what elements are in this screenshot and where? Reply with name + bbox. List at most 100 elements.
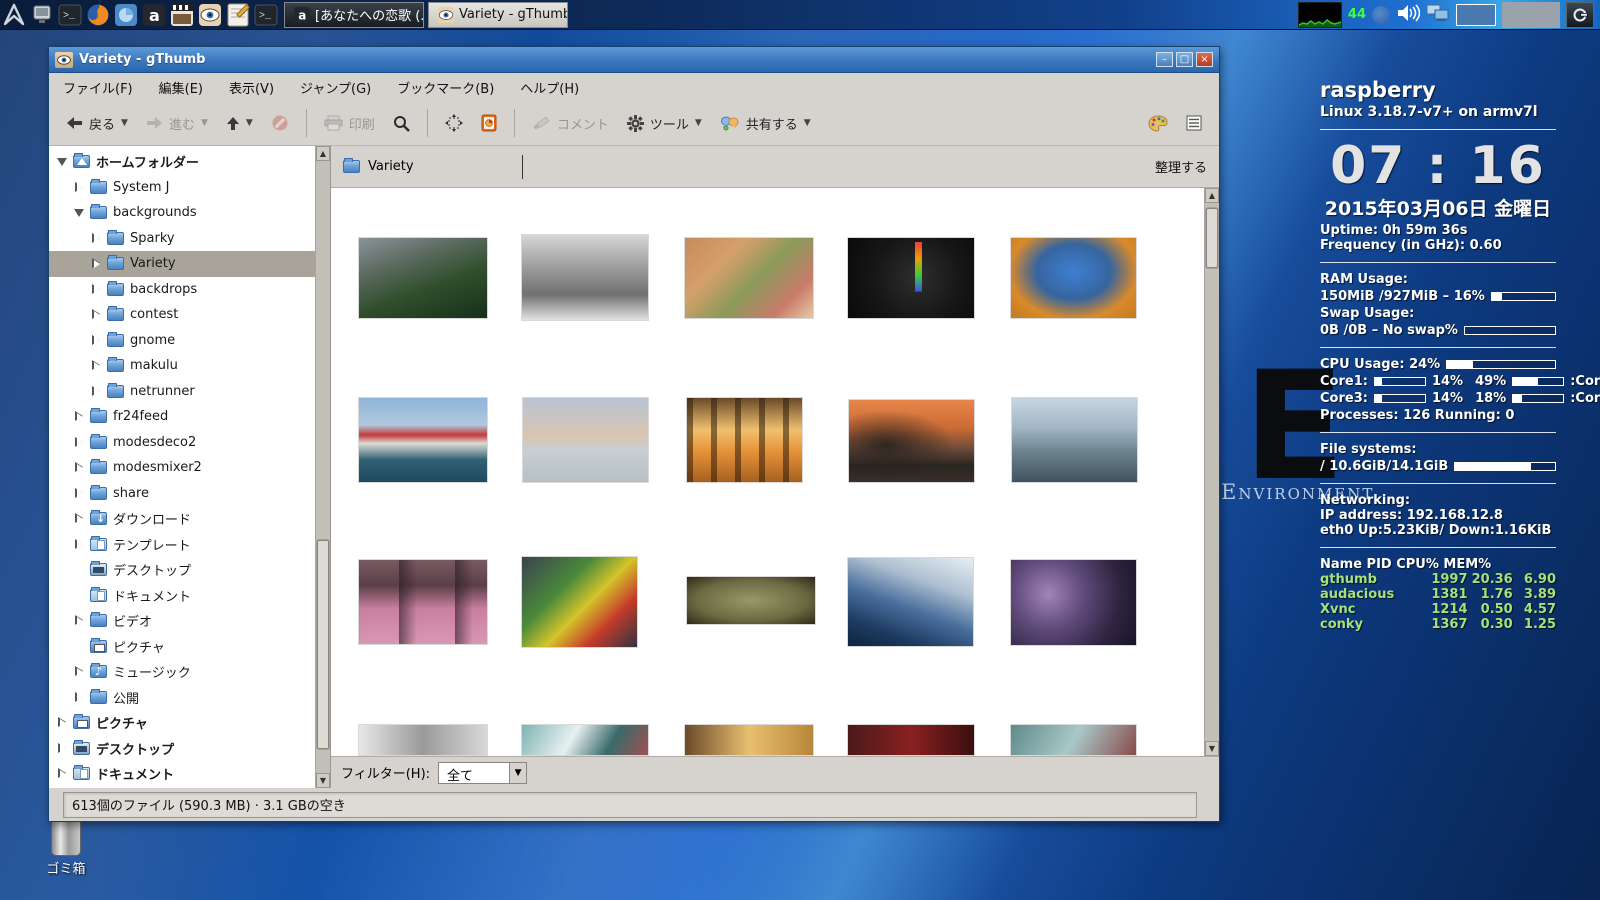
expander-closed-icon[interactable] bbox=[74, 437, 85, 448]
taskbar-window-button-0[interactable]: a[あなたへの恋歌 (... bbox=[284, 2, 424, 28]
thumbnail-gradient-leaves-fan[interactable] bbox=[522, 557, 637, 647]
palette-button[interactable] bbox=[1141, 110, 1175, 137]
sidebar-item-ミュージック[interactable]: ミュージック bbox=[49, 659, 315, 685]
screen-icon[interactable] bbox=[29, 2, 55, 28]
thumbnail-bw-building-cut[interactable] bbox=[359, 725, 487, 755]
expander-closed-icon[interactable] bbox=[74, 513, 85, 524]
thumbnail-red-forest-cut[interactable] bbox=[848, 725, 974, 755]
text-editor-icon[interactable] bbox=[225, 2, 251, 28]
close-button[interactable]: × bbox=[1196, 52, 1213, 67]
sidebar-item-公開[interactable]: 公開 bbox=[49, 685, 315, 711]
expander-closed-icon[interactable] bbox=[91, 284, 102, 295]
sidebar-item-デスクトップ[interactable]: デスクトップ bbox=[49, 736, 315, 762]
sidebar-item-ビデオ[interactable]: ビデオ bbox=[49, 608, 315, 634]
menu-view[interactable]: 表示(V) bbox=[229, 78, 274, 97]
thumbnail-pink-petals-trees[interactable] bbox=[359, 560, 487, 644]
content-scrollbar[interactable]: ▲ ▼ bbox=[1204, 188, 1219, 756]
expander-closed-icon[interactable] bbox=[91, 258, 102, 269]
sidebar-item-ピクチャ[interactable]: ピクチャ bbox=[49, 634, 315, 660]
sidebar-scroll-up-icon[interactable]: ▲ bbox=[316, 146, 330, 161]
expander-closed-icon[interactable] bbox=[74, 666, 85, 677]
expander-closed-icon[interactable] bbox=[57, 717, 68, 728]
window-titlebar[interactable]: Variety - gThumb – □ × bbox=[49, 47, 1219, 73]
sidebar-item-System J[interactable]: System J bbox=[49, 175, 315, 201]
tools-button[interactable]: ツール▼ bbox=[620, 109, 709, 138]
terminal-icon[interactable]: >_ bbox=[253, 2, 279, 28]
sidebar-item-デスクトップ[interactable]: デスクトップ bbox=[49, 557, 315, 583]
print-button[interactable]: 印刷 bbox=[317, 109, 382, 138]
expander-closed-icon[interactable] bbox=[74, 615, 85, 626]
sidebar-scrollbar[interactable]: ▲ ▼ bbox=[315, 146, 330, 788]
sidebar-item-backdrops[interactable]: backdrops bbox=[49, 277, 315, 303]
share-button[interactable]: 共有する▼ bbox=[713, 109, 818, 138]
sidebar-scroll-down-icon[interactable]: ▼ bbox=[316, 773, 330, 788]
sidebar-item-modesdeco2[interactable]: modesdeco2 bbox=[49, 430, 315, 456]
expander-closed-icon[interactable] bbox=[57, 768, 68, 779]
menu-help[interactable]: ヘルプ(H) bbox=[520, 78, 579, 97]
sidebar-item-contest[interactable]: contest bbox=[49, 302, 315, 328]
thumbnail-autumn-leaves-closeup[interactable] bbox=[685, 238, 813, 318]
maximize-button[interactable]: □ bbox=[1176, 52, 1193, 67]
sidebar-item-fr24feed[interactable]: fr24feed bbox=[49, 404, 315, 430]
expander-closed-icon[interactable] bbox=[74, 488, 85, 499]
workspace-pager[interactable] bbox=[1456, 4, 1496, 26]
sidebar-item-modesmixer2[interactable]: modesmixer2 bbox=[49, 455, 315, 481]
expander-closed-icon[interactable] bbox=[74, 539, 85, 550]
back-button[interactable]: 戻る▼ bbox=[59, 109, 135, 138]
thumbnail-volcano-eruption[interactable] bbox=[849, 400, 974, 482]
sidebar-item-Variety[interactable]: Variety bbox=[49, 251, 315, 277]
content-scroll-up-icon[interactable]: ▲ bbox=[1205, 188, 1219, 203]
sidebar-item-share[interactable]: share bbox=[49, 481, 315, 507]
expander-closed-icon[interactable] bbox=[57, 743, 68, 754]
expander-closed-icon[interactable] bbox=[74, 411, 85, 422]
terminal-icon[interactable]: >_ bbox=[57, 2, 83, 28]
sidebar-item-makulu[interactable]: makulu bbox=[49, 353, 315, 379]
sidebar-item-ダウンロード[interactable]: ダウンロード bbox=[49, 506, 315, 532]
expander-closed-icon[interactable] bbox=[91, 360, 102, 371]
filter-dropdown[interactable]: 全て ▼ bbox=[438, 762, 527, 784]
sidebar-item-gnome[interactable]: gnome bbox=[49, 328, 315, 354]
expander-closed-icon[interactable] bbox=[74, 182, 85, 193]
expander-closed-icon[interactable] bbox=[74, 462, 85, 473]
thumbnail-teal-red-trees-cut[interactable] bbox=[1011, 725, 1136, 755]
expander-closed-icon[interactable] bbox=[91, 309, 102, 320]
minimize-button[interactable]: – bbox=[1156, 52, 1173, 67]
cpu-graph-applet[interactable] bbox=[1298, 2, 1342, 28]
menu-go[interactable]: ジャンプ(G) bbox=[300, 78, 371, 97]
audacious-icon[interactable]: a bbox=[141, 2, 167, 28]
thumbnail-purple-nebula[interactable] bbox=[1011, 560, 1136, 645]
list-view-button[interactable] bbox=[1179, 110, 1209, 136]
speaker-icon[interactable] bbox=[1396, 3, 1420, 27]
forward-button[interactable]: 進む▼ bbox=[139, 109, 215, 138]
sidebar-item-ドキュメント[interactable]: ドキュメント bbox=[49, 761, 315, 787]
menu-arrow-icon[interactable] bbox=[1, 2, 27, 28]
thumbnail-stone-bridge-lamps[interactable] bbox=[1012, 398, 1137, 482]
sidebar-item-Sparky[interactable]: Sparky bbox=[49, 226, 315, 252]
thumbnail-golden-forest-cut[interactable] bbox=[685, 725, 813, 755]
sidebar-item-ピクチャ[interactable]: ピクチャ bbox=[49, 710, 315, 736]
menu-edit[interactable]: 編集(E) bbox=[159, 78, 203, 97]
stop-button[interactable] bbox=[264, 109, 296, 137]
network-monitor-icon[interactable] bbox=[1426, 2, 1450, 28]
menu-file[interactable]: ファイル(F) bbox=[63, 78, 133, 97]
video-editor-icon[interactable] bbox=[169, 2, 195, 28]
thumbnail-lighter-rainbow-flame[interactable] bbox=[848, 238, 974, 318]
sidebar-item-ドキュメント[interactable]: ドキュメント bbox=[49, 583, 315, 609]
thumbnail-autumn-forest-path[interactable] bbox=[687, 398, 802, 482]
logout-button[interactable] bbox=[1566, 2, 1594, 28]
gthumb-eye-icon[interactable] bbox=[197, 2, 223, 28]
sidebar-item-テンプレート[interactable]: テンプレート bbox=[49, 532, 315, 558]
expander-closed-icon[interactable] bbox=[74, 692, 85, 703]
sidebar-item-backgrounds[interactable]: backgrounds bbox=[49, 200, 315, 226]
volume-applet-icon[interactable] bbox=[1372, 6, 1390, 24]
thumbnail-satellite-over-earth[interactable] bbox=[848, 558, 973, 646]
thumbnail-camouflage-texture[interactable] bbox=[687, 577, 815, 624]
thumbnail-waterfall-mountains[interactable] bbox=[359, 238, 487, 318]
thumbnail-teal-branches-cut[interactable] bbox=[522, 725, 648, 755]
thumbnail-gothic-cathedral-bw[interactable] bbox=[522, 235, 648, 320]
search-button[interactable] bbox=[386, 110, 417, 137]
thumbnail-sailboat-dusk[interactable] bbox=[523, 398, 648, 482]
sidebar-item-netrunner[interactable]: netrunner bbox=[49, 379, 315, 405]
expander-open-icon[interactable] bbox=[57, 156, 68, 167]
content-scroll-down-icon[interactable]: ▼ bbox=[1205, 741, 1219, 756]
